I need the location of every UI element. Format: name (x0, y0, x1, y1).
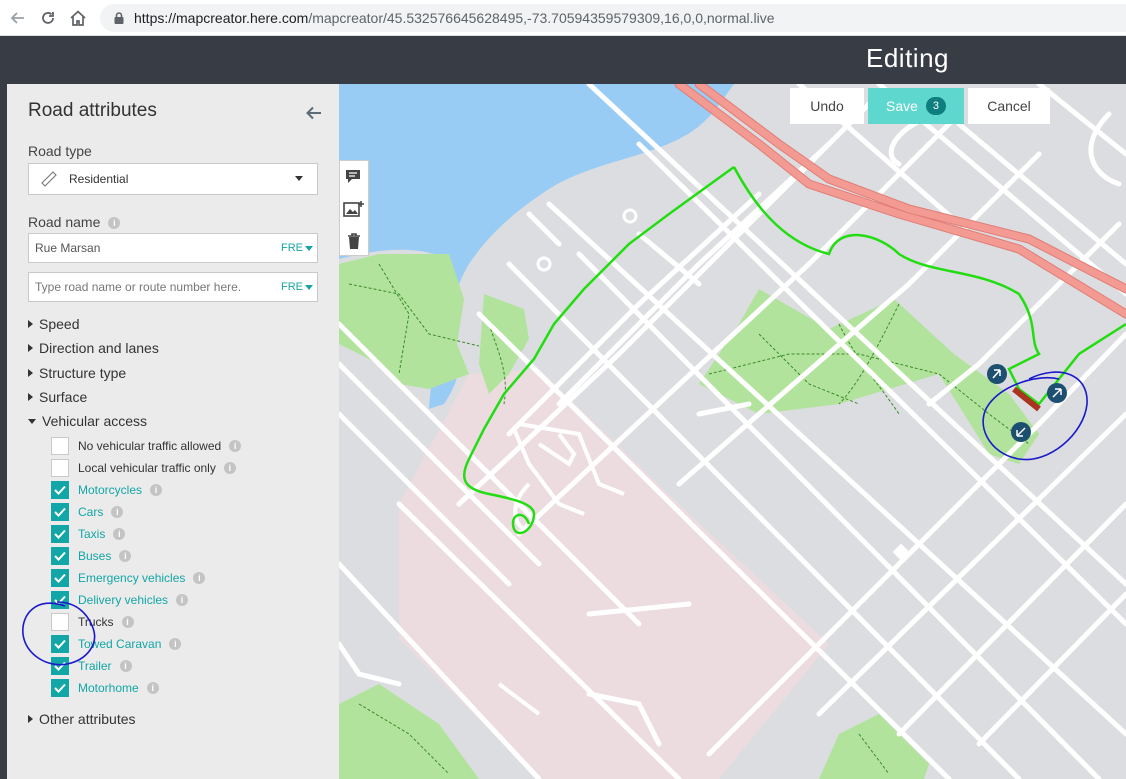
arrow-left-icon[interactable] (304, 103, 324, 123)
app-header: Editing (0, 36, 1126, 84)
chevron-down-icon (305, 245, 313, 251)
vehicular-access-item[interactable]: Taxis i (51, 525, 126, 543)
checkbox[interactable] (51, 481, 69, 499)
info-icon[interactable]: i (146, 682, 159, 694)
check-icon (54, 573, 66, 583)
vehicular-access-item[interactable]: Local vehicular traffic only i (51, 459, 236, 477)
info-icon[interactable]: i (150, 484, 163, 496)
caret-down-icon (28, 418, 36, 424)
panel-title: Road attributes (28, 100, 157, 121)
checkbox[interactable] (51, 437, 69, 455)
cancel-button[interactable]: Cancel (968, 88, 1050, 124)
checkbox[interactable] (51, 569, 69, 587)
page-title: Editing (866, 43, 949, 73)
checkbox-label: Motorhome (78, 681, 139, 695)
chevron-down-icon (305, 284, 313, 290)
checkbox[interactable] (51, 547, 69, 565)
add-image-icon[interactable] (340, 193, 368, 225)
info-icon[interactable]: i (176, 594, 189, 606)
lock-icon (114, 12, 124, 24)
map-canvas[interactable] (339, 84, 1126, 779)
section-vehicular-access[interactable]: Vehicular access (28, 413, 147, 429)
info-icon[interactable]: i (108, 217, 121, 230)
caret-right-icon (28, 369, 33, 377)
comment-icon[interactable] (340, 161, 368, 193)
checkbox-label: Buses (78, 549, 112, 563)
map-toolbar (339, 160, 369, 256)
road-name-input[interactable] (35, 241, 265, 255)
section-structure-type[interactable]: Structure type (28, 365, 126, 381)
checkbox-label: Cars (78, 505, 104, 519)
save-button[interactable]: Save 3 (868, 88, 964, 124)
info-icon[interactable]: i (223, 462, 236, 474)
section-other-attributes[interactable]: Other attributes (28, 711, 136, 727)
caret-right-icon (28, 320, 33, 328)
map-drawing (339, 84, 1126, 779)
vehicular-access-item[interactable]: Motorcycles i (51, 481, 163, 499)
address-bar[interactable]: https://mapcreator.here.com/mapcreator/4… (100, 4, 1126, 32)
road-name-label: Road name i (28, 214, 121, 230)
road-name-secondary-input[interactable] (35, 280, 265, 294)
chevron-down-icon (295, 176, 303, 181)
info-icon[interactable]: i (111, 506, 124, 518)
caret-right-icon (28, 344, 33, 352)
vehicular-access-item[interactable]: Emergency vehicles i (51, 569, 206, 587)
back-icon[interactable] (6, 6, 30, 30)
info-icon[interactable]: i (229, 440, 242, 452)
info-icon[interactable]: i (169, 638, 182, 650)
checkbox[interactable] (51, 503, 69, 521)
check-icon (54, 551, 66, 561)
checkbox-label: No vehicular traffic allowed (78, 439, 222, 453)
vehicular-access-item[interactable]: Cars i (51, 503, 124, 521)
checkbox[interactable] (51, 459, 69, 477)
undo-button[interactable]: Undo (790, 88, 864, 124)
browser-toolbar: https://mapcreator.here.com/mapcreator/4… (0, 0, 1126, 36)
left-gutter (0, 84, 7, 779)
road-name-language-select[interactable]: FRE (281, 242, 313, 254)
checkbox-label: Emergency vehicles (78, 571, 186, 585)
info-icon[interactable]: i (193, 572, 206, 584)
road-type-select[interactable]: Residential (28, 163, 318, 195)
info-icon[interactable]: i (119, 660, 132, 672)
road-attributes-panel: Road attributes Road type Residential Ro… (7, 84, 339, 779)
check-icon (54, 529, 66, 539)
pencil-icon (41, 171, 57, 187)
vehicular-access-item[interactable]: No vehicular traffic allowed i (51, 437, 242, 455)
vehicular-access-item[interactable]: Buses i (51, 547, 132, 565)
section-speed[interactable]: Speed (28, 316, 79, 332)
annotation-circle (22, 601, 96, 666)
home-icon[interactable] (66, 6, 90, 30)
caret-right-icon (28, 393, 33, 401)
save-count-badge: 3 (925, 97, 946, 115)
check-icon (54, 485, 66, 495)
road-name-field[interactable]: FRE (28, 233, 318, 263)
road-name-secondary-language-select[interactable]: FRE (281, 281, 313, 293)
reload-icon[interactable] (36, 6, 60, 30)
info-icon[interactable]: i (121, 616, 134, 628)
trash-icon[interactable] (340, 225, 368, 257)
road-type-label: Road type (28, 143, 92, 159)
road-type-value: Residential (69, 172, 129, 186)
section-direction-lanes[interactable]: Direction and lanes (28, 340, 159, 356)
url-host: https://mapcreator.here.com (134, 10, 309, 26)
checkbox-label: Motorcycles (78, 483, 143, 497)
vehicular-access-item[interactable]: Motorhome i (51, 679, 159, 697)
checkbox-label: Taxis (78, 527, 106, 541)
checkbox-label: Local vehicular traffic only (78, 461, 216, 475)
checkbox[interactable] (51, 679, 69, 697)
section-surface[interactable]: Surface (28, 389, 87, 405)
road-name-secondary-field[interactable]: FRE (28, 272, 318, 302)
info-icon[interactable]: i (113, 528, 126, 540)
check-icon (54, 683, 66, 693)
check-icon (54, 507, 66, 517)
info-icon[interactable]: i (119, 550, 132, 562)
checkbox[interactable] (51, 525, 69, 543)
caret-right-icon (28, 715, 33, 723)
url-path: /mapcreator/45.532576645628495,-73.70594… (308, 10, 775, 26)
